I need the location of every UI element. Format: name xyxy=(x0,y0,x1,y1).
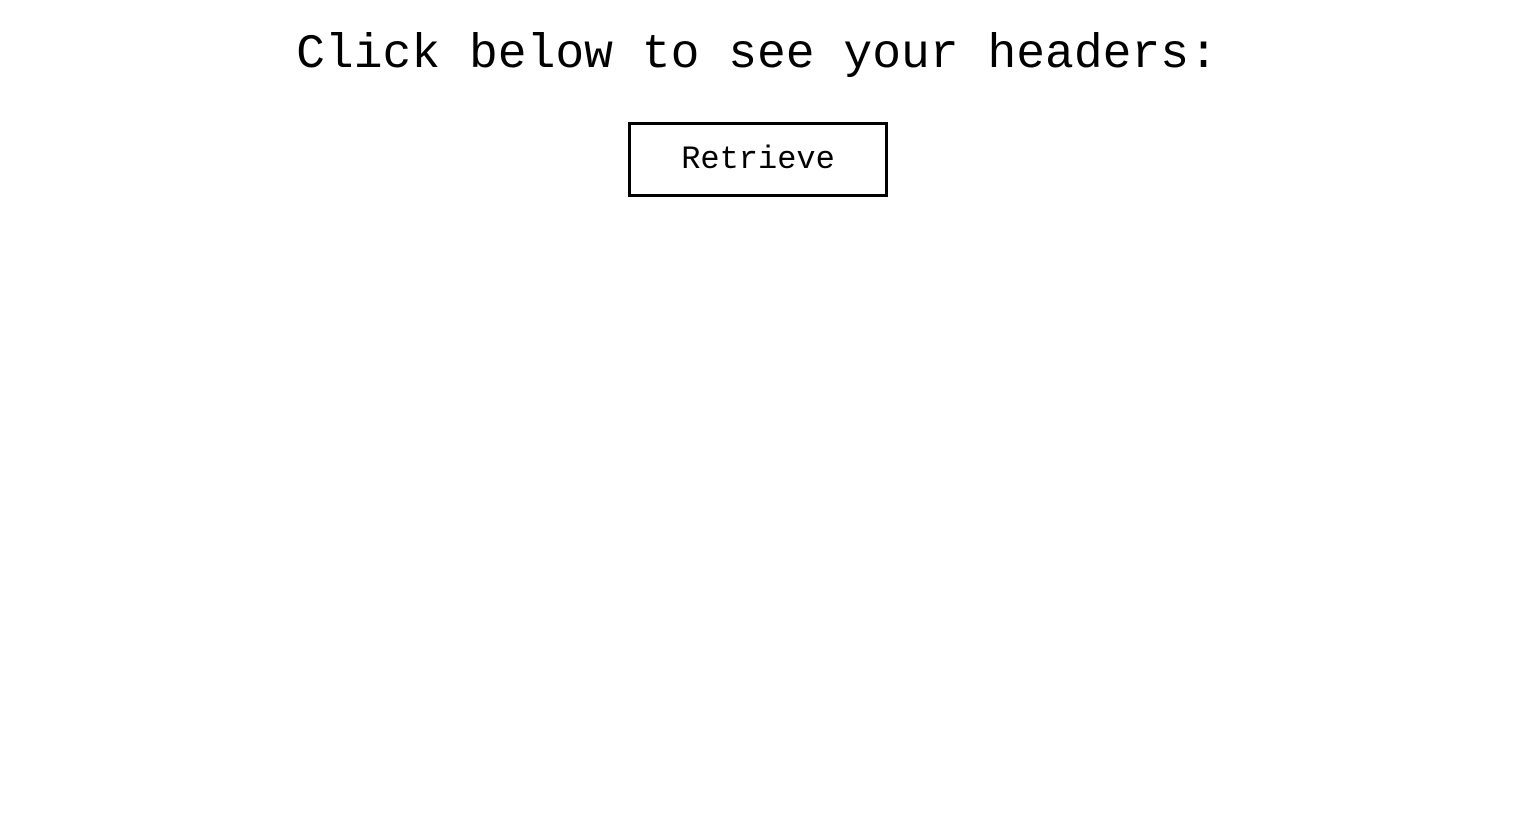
retrieve-button[interactable]: Retrieve xyxy=(628,122,888,197)
page-heading: Click below to see your headers: xyxy=(296,28,1218,82)
page: Click below to see your headers: Retriev… xyxy=(0,0,1539,839)
